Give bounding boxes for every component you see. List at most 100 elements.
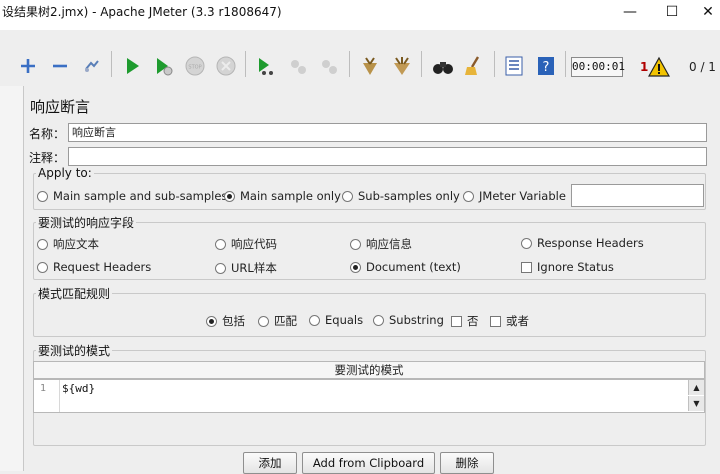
start-icon[interactable]: [117, 51, 145, 79]
apply-sub-only-radio[interactable]: Sub-samples only: [342, 189, 460, 203]
rule-equals-radio[interactable]: Equals: [309, 313, 363, 327]
comment-label: 注释：: [29, 151, 66, 165]
field-to-test-legend: 要测试的响应字段: [38, 216, 135, 230]
radio-label: 响应代码: [231, 237, 277, 251]
apply-main-only-radio[interactable]: Main sample only: [224, 189, 341, 203]
rule-matches-radio[interactable]: 匹配: [258, 313, 297, 329]
close-button[interactable]: ✕: [696, 2, 720, 24]
search-binoculars-icon[interactable]: [428, 51, 456, 79]
checkbox-label: 或者: [506, 314, 529, 328]
radio-indicator: [350, 261, 361, 273]
collapse-minus-icon[interactable]: [45, 51, 73, 79]
pattern-rules-group: 模式匹配规则: [33, 285, 706, 337]
checkbox-indicator: [451, 315, 462, 327]
rule-substring-radio[interactable]: Substring: [373, 313, 444, 327]
expand-plus-icon[interactable]: [13, 51, 41, 79]
field-url-sample-radio[interactable]: URL样本: [215, 260, 277, 276]
window-title: 设结果树2.jmx) - Apache JMeter (3.3 r1808647…: [2, 5, 282, 19]
apply-to-legend: Apply to:: [38, 166, 92, 180]
radio-label: 匹配: [274, 314, 297, 328]
apply-jmeter-variable-radio[interactable]: JMeter Variable: [463, 189, 566, 203]
elapsed-time: 00:00:01: [571, 57, 625, 77]
ignore-status-checkbox[interactable]: Ignore Status: [521, 260, 614, 274]
rule-contains-radio[interactable]: 包括: [206, 313, 245, 329]
radio-indicator: [224, 190, 235, 202]
rule-or-checkbox[interactable]: 或者: [490, 313, 529, 329]
checkbox-indicator: [521, 261, 532, 273]
field-response-headers-radio[interactable]: Response Headers: [521, 236, 644, 250]
radio-indicator: [215, 262, 226, 274]
clear-icon[interactable]: [355, 51, 383, 79]
stop-icon[interactable]: STOP: [180, 51, 208, 79]
checkbox-indicator: [490, 315, 501, 327]
remote-stop-icon[interactable]: [283, 51, 311, 79]
radio-label: Main sample only: [240, 189, 341, 203]
remote-shutdown-icon[interactable]: [314, 51, 342, 79]
radio-label: Response Headers: [537, 236, 644, 250]
field-response-code-radio[interactable]: 响应代码: [215, 236, 277, 252]
toolbar: STOP ? 00:00:01 1 0 / 1: [0, 43, 720, 83]
radio-label: 响应文本: [53, 237, 99, 251]
radio-label: Substring: [389, 313, 444, 327]
radio-label: Document (text): [366, 260, 461, 274]
radio-indicator: [342, 190, 353, 202]
checkbox-label: 否: [467, 314, 479, 328]
radio-label: JMeter Variable: [479, 189, 566, 203]
start-no-pause-icon[interactable]: [148, 51, 176, 79]
radio-indicator: [37, 190, 48, 202]
patterns-editor[interactable]: 1 ${wd} ▲ ▼: [33, 379, 705, 413]
clear-all-icon[interactable]: [387, 51, 415, 79]
reset-search-broom-icon[interactable]: [459, 51, 487, 79]
active-threads: 0 / 1: [689, 60, 716, 74]
editor-gutter: [59, 380, 60, 412]
toolbar-separator: [565, 51, 566, 77]
radio-indicator: [521, 237, 532, 249]
pattern-value[interactable]: ${wd}: [62, 382, 95, 395]
page-title: 响应断言: [30, 98, 91, 116]
radio-label: Equals: [325, 313, 364, 327]
radio-indicator: [373, 314, 384, 326]
checkbox-label: Ignore Status: [537, 260, 614, 274]
radio-indicator: [258, 315, 269, 327]
scroll-up-arrow-icon[interactable]: ▲: [688, 380, 704, 395]
radio-label: 包括: [222, 314, 245, 328]
radio-label: 响应信息: [366, 237, 412, 251]
help-icon[interactable]: ?: [531, 51, 559, 79]
name-field[interactable]: 响应断言: [68, 123, 707, 142]
field-document-text-radio[interactable]: Document (text): [350, 260, 461, 274]
test-plan-tree[interactable]: [0, 86, 24, 471]
toggle-icon[interactable]: [77, 51, 105, 79]
svg-text:?: ?: [543, 60, 550, 75]
jmeter-variable-input[interactable]: [571, 184, 704, 207]
function-helper-icon[interactable]: [499, 51, 527, 79]
maximize-button[interactable]: ☐: [660, 2, 684, 24]
remote-start-icon[interactable]: [251, 51, 279, 79]
radio-indicator: [37, 238, 48, 250]
radio-label: Sub-samples only: [358, 189, 460, 203]
svg-text:STOP: STOP: [188, 65, 201, 71]
toolbar-separator: [494, 51, 495, 77]
field-response-message-radio[interactable]: 响应信息: [350, 236, 412, 252]
warning-triangle-icon[interactable]: [648, 56, 670, 78]
comment-field[interactable]: [68, 147, 707, 166]
radio-indicator: [463, 190, 474, 202]
radio-indicator: [206, 315, 217, 327]
field-response-text-radio[interactable]: 响应文本: [37, 236, 99, 252]
shutdown-icon[interactable]: [211, 51, 239, 79]
apply-main-and-sub-radio[interactable]: Main sample and sub-samples: [37, 189, 227, 203]
minimize-button[interactable]: —: [618, 2, 642, 24]
pattern-rules-legend: 模式匹配规则: [38, 287, 111, 301]
radio-indicator: [37, 261, 48, 273]
scroll-down-arrow-icon[interactable]: ▼: [688, 396, 704, 411]
window-titlebar: 设结果树2.jmx) - Apache JMeter (3.3 r1808647…: [0, 0, 720, 30]
rule-not-checkbox[interactable]: 否: [451, 313, 479, 329]
patterns-column-header: 要测试的模式: [33, 361, 705, 379]
patterns-legend: 要测试的模式: [38, 344, 111, 358]
name-label: 名称：: [29, 127, 66, 141]
field-request-headers-radio[interactable]: Request Headers: [37, 260, 151, 274]
radio-indicator: [215, 238, 226, 250]
toolbar-separator: [421, 51, 422, 77]
radio-indicator: [350, 238, 361, 250]
radio-label: Request Headers: [53, 260, 152, 274]
radio-indicator: [309, 314, 320, 326]
